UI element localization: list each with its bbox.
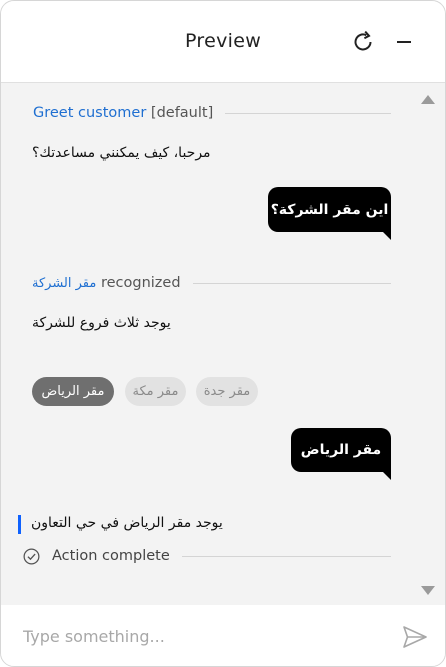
input-bar	[1, 605, 445, 666]
check-circle-icon	[23, 548, 40, 565]
option-jeddah[interactable]: مقر جدة	[196, 377, 258, 406]
intent-tag: [default]	[150, 105, 214, 121]
send-icon[interactable]	[402, 625, 428, 649]
user-message-text: اين مقر الشركة؟	[270, 201, 389, 218]
option-riyadh[interactable]: مقر الرياض	[32, 377, 114, 406]
intent-divider-hq: مقر الشركة recognized	[32, 275, 391, 291]
option-label: مقر جدة	[203, 384, 251, 399]
refresh-icon	[354, 30, 372, 51]
intent-status: recognized	[100, 275, 181, 291]
intent-link-greet[interactable]: Greet customer	[33, 105, 146, 121]
option-label: مقر الرياض	[41, 384, 105, 399]
user-message-text: مقر الرياض	[300, 442, 382, 458]
user-message-bubble: مقر الرياض	[291, 428, 391, 480]
divider-line	[225, 112, 391, 114]
message-input[interactable]	[23, 622, 383, 650]
option-makkah[interactable]: مقر مكة	[125, 377, 186, 406]
refresh-button[interactable]	[346, 25, 380, 59]
bubble-tail	[383, 472, 391, 480]
scroll-down-arrow-icon[interactable]	[421, 586, 435, 595]
user-message-bubble: اين مقر الشركة؟	[268, 187, 391, 240]
option-label: مقر مكة	[132, 384, 179, 399]
intent-divider-greet: Greet customer [default]	[33, 105, 391, 121]
action-status: Action complete	[52, 548, 170, 564]
chat-preview-panel: Preview Greet customer [default] مرحبا، …	[0, 0, 446, 667]
scroll-up-arrow-icon[interactable]	[421, 95, 435, 104]
minimize-button[interactable]	[387, 25, 421, 59]
bot-message-greeting: مرحبا، كيف يمكنني مساعدتك؟	[32, 145, 211, 161]
bot-message-branches: يوجد ثلاث فروع للشركة	[32, 315, 171, 331]
result-indicator	[18, 515, 21, 534]
action-status-row: Action complete	[52, 548, 391, 564]
bubble-tail	[383, 232, 391, 240]
divider-line	[192, 282, 391, 284]
minimize-icon	[397, 41, 411, 43]
divider-line	[181, 555, 391, 557]
intent-link-hq[interactable]: مقر الشركة	[32, 276, 96, 291]
bot-message-riyadh: يوجد مقر الرياض في حي التعاون	[31, 515, 223, 531]
header: Preview	[1, 1, 445, 83]
scrollbar[interactable]	[411, 83, 445, 605]
